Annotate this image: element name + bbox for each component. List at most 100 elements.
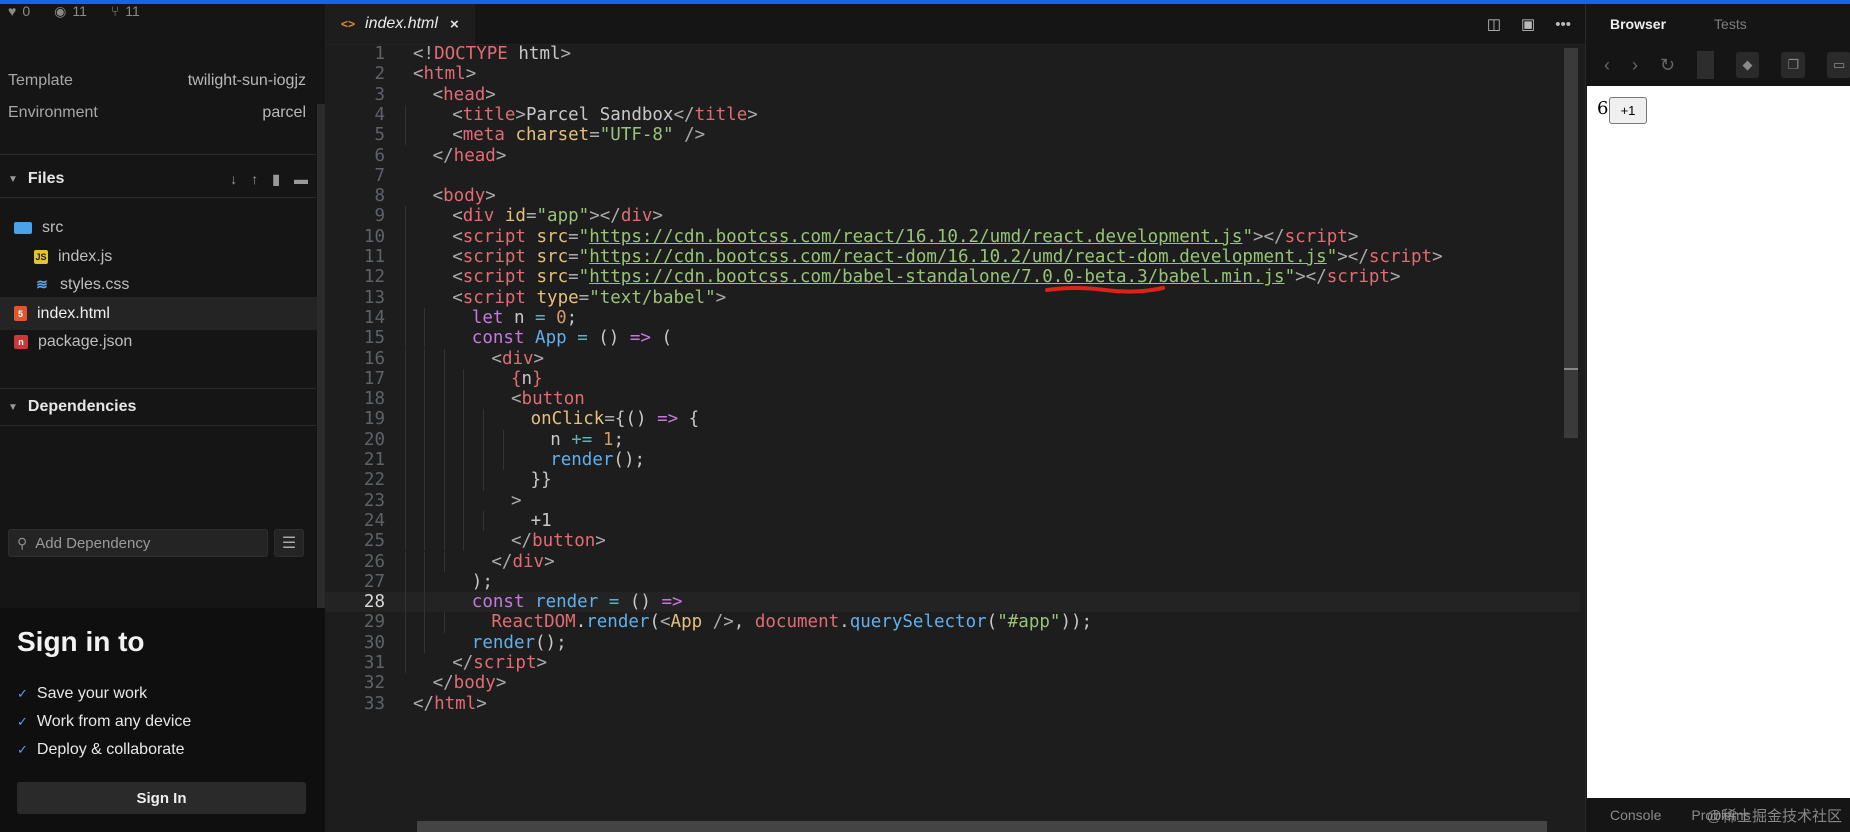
code-line[interactable]: 9 <div id="app"></div> bbox=[325, 206, 1580, 226]
code-line[interactable]: 3 <head> bbox=[325, 85, 1580, 105]
watermark: @稀土掘金技术社区 bbox=[1706, 808, 1842, 825]
code-line[interactable]: 6 </head> bbox=[325, 146, 1580, 166]
code-line[interactable]: 14 let n = 0; bbox=[325, 308, 1580, 328]
close-icon[interactable]: × bbox=[450, 16, 459, 33]
code-line[interactable]: 7 bbox=[325, 166, 1580, 186]
indent-guide bbox=[404, 125, 406, 146]
code-token: </ bbox=[432, 145, 454, 166]
forward-icon[interactable]: › bbox=[1632, 55, 1638, 76]
codesandbox-icon[interactable]: ◆ bbox=[1735, 52, 1760, 78]
code-line[interactable]: 5 <meta charset="UTF-8" /> bbox=[325, 125, 1580, 145]
split-view-icon[interactable]: ◫ bbox=[1487, 15, 1501, 33]
code-line[interactable]: 15 const App = () => ( bbox=[325, 328, 1580, 348]
address-bar[interactable] bbox=[1697, 51, 1714, 79]
divider bbox=[0, 425, 316, 426]
file-item-package-json[interactable]: n package.json bbox=[0, 325, 330, 358]
code-line[interactable]: 28 const render = () => bbox=[325, 592, 1580, 613]
code-line[interactable]: 25 </button> bbox=[325, 531, 1580, 551]
code-token: </ bbox=[432, 673, 454, 694]
code-line[interactable]: 29 ReactDOM.render(<App />, document.quer… bbox=[325, 612, 1580, 632]
upload-icon[interactable]: ↑ bbox=[251, 171, 258, 188]
code-line[interactable]: 13 <script type="text/babel"> bbox=[325, 288, 1580, 308]
indent-guide bbox=[443, 409, 445, 430]
tab-browser[interactable]: Browser bbox=[1586, 16, 1690, 32]
benefit-item: ✓ Deploy & collaborate bbox=[17, 736, 191, 764]
indent-guide bbox=[443, 531, 445, 552]
editor-tabbar: <> index.html × ◫ ▣ ••• bbox=[325, 4, 1585, 45]
dependencies-section-header[interactable]: ▼ Dependencies bbox=[8, 398, 308, 416]
line-number: 24 bbox=[363, 510, 385, 531]
tab-console[interactable]: Console bbox=[1610, 807, 1661, 823]
divider bbox=[0, 388, 316, 389]
back-icon[interactable]: ‹ bbox=[1604, 55, 1610, 76]
code-token: div bbox=[512, 551, 545, 572]
code-line[interactable]: 18 <button bbox=[325, 389, 1580, 409]
code-line[interactable]: 19 onClick={() => { bbox=[325, 409, 1580, 429]
code-line[interactable]: 2 <html> bbox=[325, 64, 1580, 84]
code-line[interactable]: 20 n += 1; bbox=[325, 430, 1580, 450]
window-icon[interactable]: ▭ bbox=[1827, 52, 1850, 78]
indent-guide bbox=[463, 510, 465, 532]
indent-guide bbox=[463, 531, 465, 552]
code-line[interactable]: 12 <script src="https://cdn.bootcss.com/b… bbox=[325, 267, 1580, 287]
code-token: Parcel Sandbox bbox=[525, 104, 674, 125]
code-line[interactable]: 10 <script src="https://cdn.bootcss.com/r… bbox=[325, 227, 1580, 247]
new-file-icon[interactable]: ▮ bbox=[272, 171, 280, 188]
code-token: ; bbox=[566, 307, 578, 328]
add-dependency-input[interactable]: ⚲ Add Dependency bbox=[8, 529, 268, 557]
tab-tests[interactable]: Tests bbox=[1690, 16, 1771, 32]
code-line[interactable]: 1 <!DOCTYPE html> bbox=[325, 44, 1580, 64]
code-line[interactable]: 30 render(); bbox=[325, 633, 1580, 653]
tab-index-html[interactable]: <> index.html × bbox=[325, 4, 475, 44]
eye-icon: ◉ bbox=[54, 2, 67, 19]
code-line[interactable]: 33 </html> bbox=[325, 694, 1580, 714]
sidebar-scrollbar[interactable] bbox=[317, 104, 325, 609]
files-section-header[interactable]: ▼ Files ↓ ↑ ▮ ▬ bbox=[8, 170, 308, 188]
code-line[interactable]: 8 <body> bbox=[325, 186, 1580, 206]
code-line[interactable]: 24 +1 bbox=[325, 511, 1580, 531]
indent-guide bbox=[424, 348, 426, 369]
sign-in-button[interactable]: Sign In bbox=[17, 782, 306, 814]
code-line[interactable]: 22}} bbox=[325, 470, 1580, 490]
more-icon[interactable]: ••• bbox=[1555, 16, 1571, 33]
code-line[interactable]: 17 {n} bbox=[325, 369, 1580, 389]
line-content: <div> bbox=[413, 349, 544, 369]
download-icon[interactable]: ↓ bbox=[230, 171, 237, 188]
new-folder-icon[interactable]: ▬ bbox=[294, 171, 308, 188]
code-line[interactable]: 27); bbox=[325, 572, 1580, 592]
indent-guide bbox=[424, 328, 426, 349]
browser-tabs: Browser Tests bbox=[1586, 4, 1771, 44]
refresh-icon[interactable]: ↻ bbox=[1660, 55, 1675, 76]
preview-icon[interactable]: ▣ bbox=[1521, 15, 1535, 33]
section-title: Files bbox=[27, 170, 65, 187]
code-token: n bbox=[550, 429, 572, 450]
code-token: html bbox=[507, 44, 561, 64]
dependency-menu-button[interactable]: ☰ bbox=[274, 529, 304, 557]
increment-button[interactable]: +1 bbox=[1609, 97, 1647, 124]
code-line[interactable]: 11 <script src="https://cdn.bootcss.com/r… bbox=[325, 247, 1580, 267]
indent-guide bbox=[463, 429, 465, 450]
code-line[interactable]: 21 render(); bbox=[325, 450, 1580, 470]
code-token: ></ bbox=[1252, 226, 1285, 247]
info-value[interactable]: twilight-sun-iogjz bbox=[188, 72, 306, 90]
code-line[interactable]: 26 </div> bbox=[325, 552, 1580, 572]
heart-icon: ♥ bbox=[8, 3, 17, 19]
code-line[interactable]: 23 > bbox=[325, 491, 1580, 511]
indent-guide bbox=[404, 612, 406, 633]
code-token: App bbox=[670, 612, 703, 633]
code-line[interactable]: 4 <title>Parcel Sandbox</title> bbox=[325, 105, 1580, 125]
code-line[interactable]: 32 </body> bbox=[325, 673, 1580, 693]
indent-guide bbox=[404, 287, 406, 308]
editor-horizontal-scrollbar[interactable] bbox=[417, 821, 1547, 832]
indent-guide bbox=[404, 389, 406, 410]
browser-preview: 6 +1 bbox=[1587, 86, 1850, 798]
code-token: > bbox=[595, 531, 606, 552]
code-line[interactable]: 16 <div> bbox=[325, 349, 1580, 369]
indent-guide bbox=[404, 632, 406, 653]
indent-guide bbox=[424, 368, 426, 390]
code-token: < bbox=[660, 612, 671, 633]
code-area[interactable]: 1 <!DOCTYPE html> 2 <html> 3 <head> 4 <title>Pa… bbox=[325, 44, 1580, 832]
code-line[interactable]: 31 </script> bbox=[325, 653, 1580, 673]
copy-icon[interactable]: ❐ bbox=[1781, 52, 1806, 78]
editor-vertical-scrollbar[interactable] bbox=[1564, 48, 1578, 438]
